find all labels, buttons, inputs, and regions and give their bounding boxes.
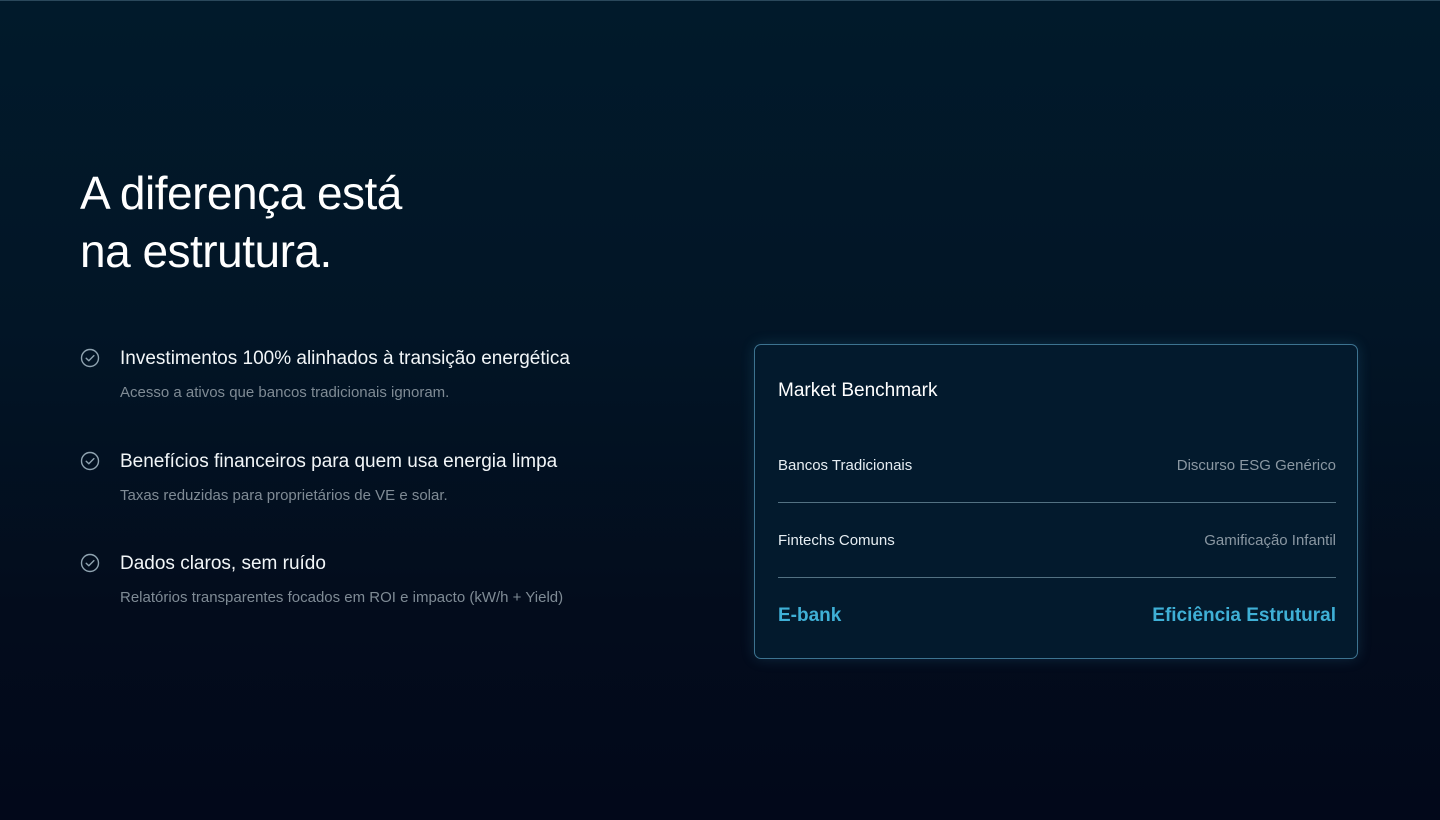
feature-item-data: Dados claros, sem ruído Relatórios trans…	[80, 549, 680, 619]
card-title: Market Benchmark	[778, 380, 938, 401]
check-circle-icon	[80, 451, 100, 471]
benchmark-row-ebank: E-bank Eficiência Estrutural	[778, 604, 1336, 628]
benchmark-row-label: Bancos Tradicionais	[778, 457, 913, 474]
feature-description: Relatórios transparentes focados em ROI …	[120, 589, 564, 606]
feature-title: Benefícios financeiros para quem usa ene…	[120, 451, 558, 472]
benchmark-row-traditional-banks: Bancos Tradicionais Discurso ESG Genéric…	[778, 454, 1336, 478]
market-benchmark-card: Market Benchmark Bancos Tradicionais Dis…	[754, 344, 1358, 659]
feature-item-investments: Investimentos 100% alinhados à transição…	[80, 344, 680, 414]
page-title-line-2: na estrutura.	[80, 225, 332, 277]
feature-item-benefits: Benefícios financeiros para quem usa ene…	[80, 447, 680, 517]
page-title: A diferença está na estrutura.	[80, 164, 600, 280]
check-circle-icon	[80, 553, 100, 573]
benchmark-row-value: Gamificação Infantil	[1204, 532, 1336, 549]
feature-description: Taxas reduzidas para proprietários de VE…	[120, 487, 448, 504]
benchmark-row-fintechs: Fintechs Comuns Gamificação Infantil	[778, 529, 1336, 553]
check-circle-icon	[80, 348, 100, 368]
feature-description: Acesso a ativos que bancos tradicionais …	[120, 384, 450, 401]
row-divider	[778, 577, 1336, 578]
top-divider	[0, 0, 1440, 1]
benchmark-row-value: Eficiência Estrutural	[1152, 605, 1336, 626]
page-title-line-1: A diferença está	[80, 167, 402, 219]
row-divider	[778, 502, 1336, 503]
benchmark-row-label: E-bank	[778, 605, 842, 626]
benchmark-row-label: Fintechs Comuns	[778, 532, 895, 549]
feature-title: Investimentos 100% alinhados à transição…	[120, 348, 570, 369]
feature-title: Dados claros, sem ruído	[120, 553, 326, 574]
benchmark-row-value: Discurso ESG Genérico	[1176, 457, 1336, 474]
